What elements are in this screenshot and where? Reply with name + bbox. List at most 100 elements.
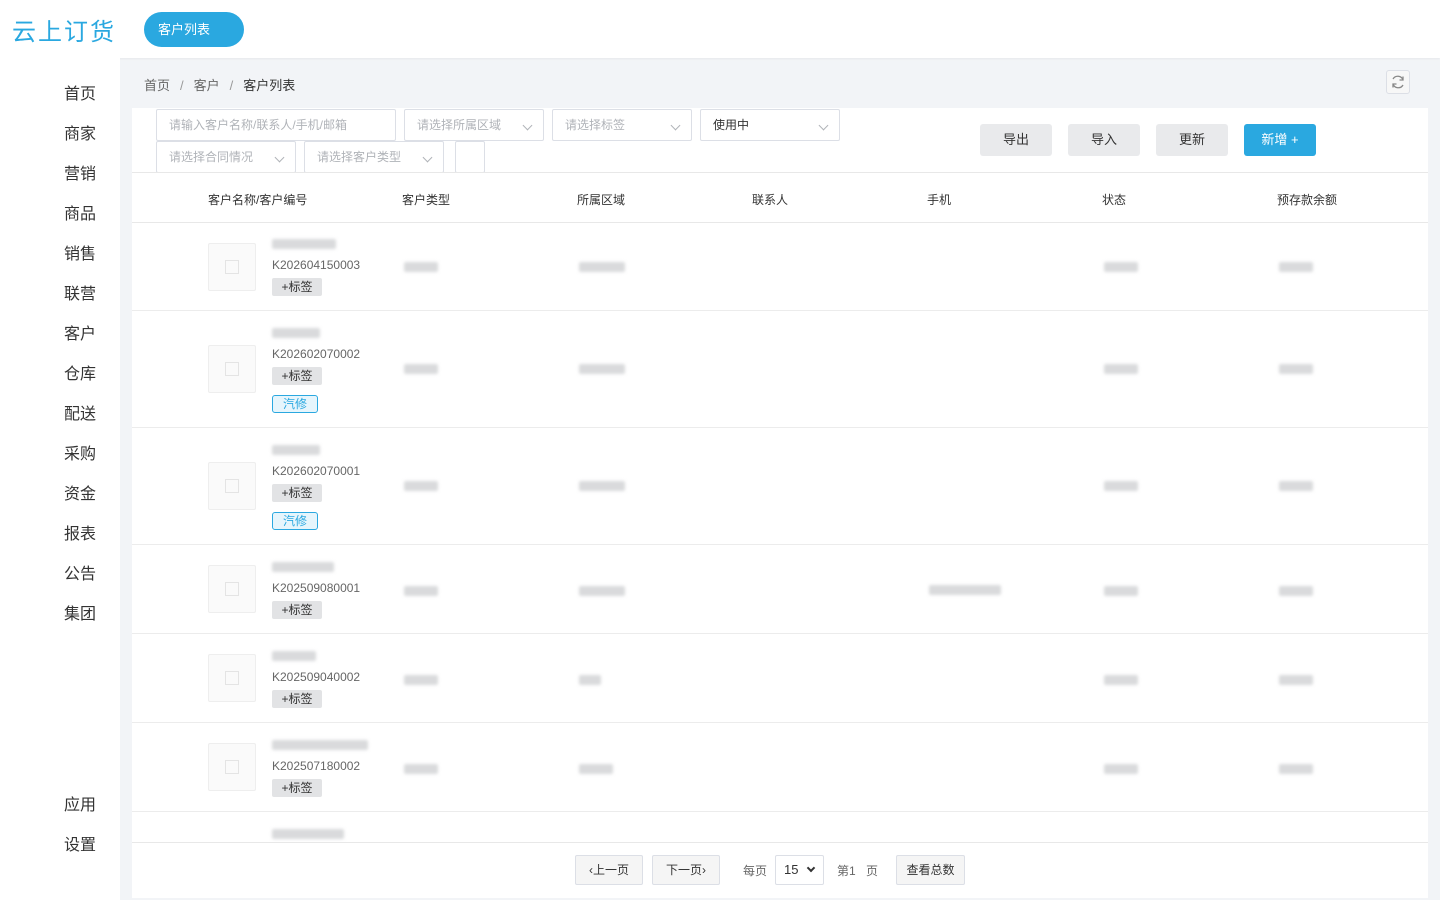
status-redacted bbox=[1104, 675, 1138, 685]
customer-image bbox=[208, 743, 256, 791]
customer-type-redacted bbox=[404, 764, 438, 774]
breadcrumb-home[interactable]: 首页 bbox=[144, 78, 170, 93]
sidebar-item-merchant[interactable]: 商家 bbox=[64, 120, 96, 144]
sidebar-item-warehouse[interactable]: 仓库 bbox=[64, 360, 96, 384]
table-header: 客户名称/客户编号 客户类型 所属区域 联系人 手机 状态 预存款余额 bbox=[132, 172, 1428, 223]
sidebar-item-notices[interactable]: 公告 bbox=[64, 560, 96, 584]
sidebar-item-settings[interactable]: 设置 bbox=[64, 831, 96, 855]
export-button[interactable]: 导出 bbox=[980, 124, 1052, 156]
table-row[interactable]: K202507180002 +标签 bbox=[132, 723, 1428, 812]
sidebar-item-home[interactable]: 首页 bbox=[64, 80, 96, 104]
customer-name-redacted bbox=[272, 829, 344, 839]
contract-select[interactable]: 请选择合同情况 bbox=[156, 141, 296, 173]
chevron-down-icon bbox=[274, 152, 285, 163]
customer-image bbox=[208, 462, 256, 510]
status-redacted bbox=[1104, 586, 1138, 596]
balance-redacted bbox=[1279, 481, 1313, 491]
import-button[interactable]: 导入 bbox=[1068, 124, 1140, 156]
region-select-label: 请选择所属区域 bbox=[417, 118, 502, 132]
region-redacted bbox=[579, 586, 625, 596]
table-row[interactable]: K202602070002 +标签 汽修 bbox=[132, 311, 1428, 428]
prev-page-label: 上一页 bbox=[592, 863, 629, 877]
breadcrumb-sep: / bbox=[229, 78, 234, 93]
status-redacted bbox=[1104, 481, 1138, 491]
sidebar-item-customers[interactable]: 客户 bbox=[64, 320, 96, 344]
add-tag-button[interactable]: +标签 bbox=[272, 690, 322, 708]
add-tag-button[interactable]: +标签 bbox=[272, 278, 322, 296]
region-redacted bbox=[579, 675, 601, 685]
customer-code: K202507180002 bbox=[272, 759, 361, 773]
sidebar-item-reports[interactable]: 报表 bbox=[64, 520, 96, 544]
table-row[interactable]: K202509080001 +标签 bbox=[132, 545, 1428, 634]
sidebar-item-funds[interactable]: 资金 bbox=[64, 480, 96, 504]
customer-name-redacted bbox=[272, 445, 320, 455]
page-suffix-label: 页 bbox=[866, 864, 879, 878]
sidebar-item-purchase[interactable]: 采购 bbox=[64, 440, 96, 464]
chevron-down-icon bbox=[818, 120, 829, 131]
search-input[interactable] bbox=[156, 109, 396, 141]
status-select[interactable]: 使用中 bbox=[700, 109, 840, 141]
breadcrumb: 首页 / 客户 / 客户列表 bbox=[144, 75, 295, 94]
chevron-down-icon bbox=[670, 120, 681, 131]
balance-redacted bbox=[1279, 262, 1313, 272]
extra-filter-box[interactable] bbox=[455, 141, 485, 173]
table-row[interactable]: K202602070001 +标签 汽修 bbox=[132, 428, 1428, 545]
per-page-select[interactable]: 15 bbox=[775, 855, 824, 885]
tag-select-label: 请选择标签 bbox=[565, 118, 626, 132]
phone-redacted bbox=[929, 585, 1001, 595]
sidebar-item-group[interactable]: 集团 bbox=[64, 600, 96, 624]
customer-type-redacted bbox=[404, 262, 438, 272]
chevron-down-icon bbox=[806, 863, 816, 873]
sidebar-item-products[interactable]: 商品 bbox=[64, 200, 96, 224]
customer-name-redacted bbox=[272, 328, 320, 338]
customer-code: K202509080001 bbox=[272, 581, 361, 595]
customer-type-redacted bbox=[404, 586, 438, 596]
update-button[interactable]: 更新 bbox=[1156, 124, 1228, 156]
pagination: ‹上一页 下一页› 每页 15 第1 页 查看总数 bbox=[132, 842, 1428, 898]
next-page-button[interactable]: 下一页› bbox=[652, 855, 720, 885]
sidebar-item-sales[interactable]: 销售 bbox=[64, 240, 96, 264]
region-redacted bbox=[579, 364, 625, 374]
customer-image bbox=[208, 345, 256, 393]
sidebar-item-apps[interactable]: 应用 bbox=[64, 791, 96, 815]
breadcrumb-customers[interactable]: 客户 bbox=[194, 78, 220, 93]
tag-select[interactable]: 请选择标签 bbox=[552, 109, 692, 141]
next-page-label: 下一页 bbox=[665, 863, 702, 877]
customer-type-select[interactable]: 请选择客户类型 bbox=[304, 141, 444, 173]
sidebar: 首页 商家 营销 商品 销售 联营 客户 仓库 配送 采购 资金 报表 公告 集… bbox=[0, 58, 120, 900]
sidebar-item-delivery[interactable]: 配送 bbox=[64, 400, 96, 424]
customer-name-redacted bbox=[272, 651, 316, 661]
sidebar-item-marketing[interactable]: 营销 bbox=[64, 160, 96, 184]
col-name: 客户名称/客户编号 bbox=[208, 193, 308, 207]
customer-code: K202602070002 bbox=[272, 347, 361, 361]
region-redacted bbox=[579, 262, 625, 272]
balance-redacted bbox=[1279, 764, 1313, 774]
customer-name-redacted bbox=[272, 740, 368, 750]
search-field[interactable] bbox=[169, 110, 395, 140]
region-select[interactable]: 请选择所属区域 bbox=[404, 109, 544, 141]
prev-page-button[interactable]: ‹上一页 bbox=[575, 855, 643, 885]
status-redacted bbox=[1104, 364, 1138, 374]
customer-image bbox=[208, 654, 256, 702]
add-tag-button[interactable]: +标签 bbox=[272, 367, 322, 385]
add-customer-button[interactable]: 新增 + bbox=[1244, 124, 1316, 156]
add-tag-button[interactable]: +标签 bbox=[272, 779, 322, 797]
balance-redacted bbox=[1279, 364, 1313, 374]
balance-redacted bbox=[1279, 675, 1313, 685]
col-contact: 联系人 bbox=[752, 193, 789, 207]
view-total-button[interactable]: 查看总数 bbox=[896, 855, 965, 885]
add-tag-button[interactable]: +标签 bbox=[272, 484, 322, 502]
customer-code: K202602070001 bbox=[272, 464, 361, 478]
table-row[interactable]: K202509040002 +标签 bbox=[132, 634, 1428, 723]
table-row[interactable] bbox=[132, 812, 1428, 842]
customer-name-redacted bbox=[272, 562, 334, 572]
add-tag-button[interactable]: +标签 bbox=[272, 601, 322, 619]
tab-customer-list[interactable]: 客户列表 bbox=[144, 12, 244, 47]
refresh-button[interactable] bbox=[1386, 70, 1410, 94]
content-panel: 请选择所属区域 请选择标签 使用中 请选择合同情况 请选择客户类型 导出 导入 … bbox=[132, 108, 1428, 898]
status-redacted bbox=[1104, 262, 1138, 272]
table-row[interactable]: K202604150003 +标签 bbox=[132, 224, 1428, 311]
customer-image bbox=[208, 243, 256, 291]
balance-redacted bbox=[1279, 586, 1313, 596]
sidebar-item-joint[interactable]: 联营 bbox=[64, 280, 96, 304]
